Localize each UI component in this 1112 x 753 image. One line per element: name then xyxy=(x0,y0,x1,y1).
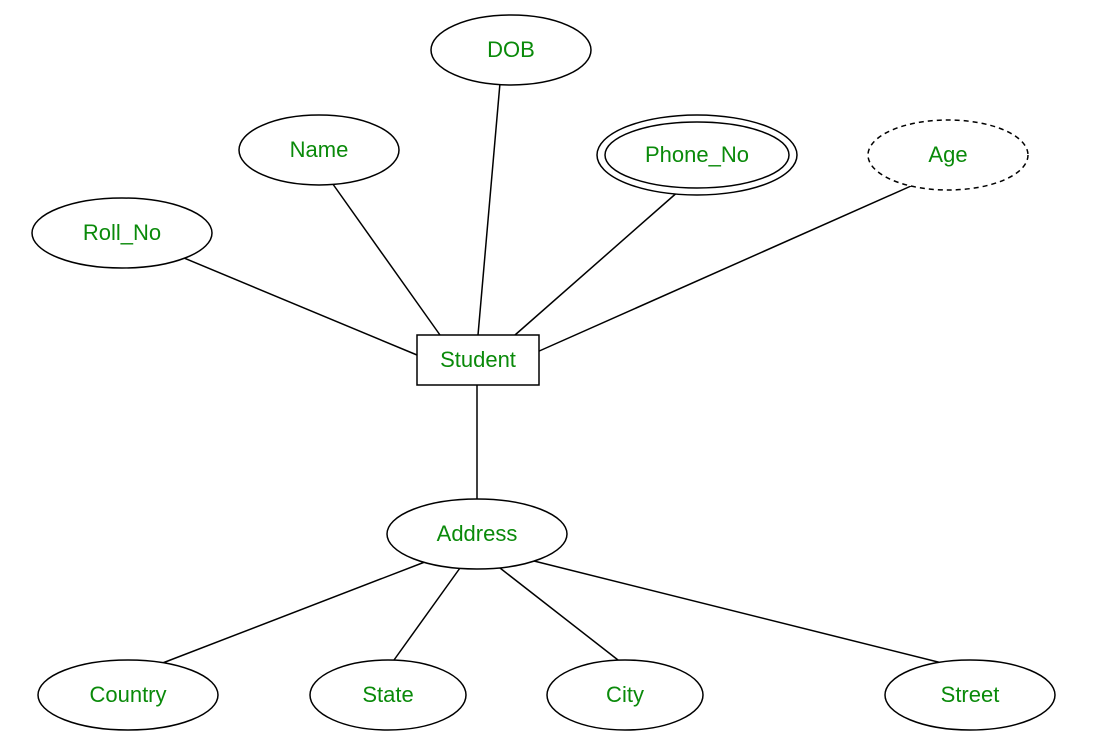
label-student: Student xyxy=(440,347,516,373)
label-street: Street xyxy=(941,682,1000,708)
line-address-street xyxy=(530,560,950,665)
line-student-age xyxy=(537,182,920,352)
label-dob: DOB xyxy=(487,37,535,63)
line-address-state xyxy=(394,568,460,660)
line-student-phone xyxy=(515,190,680,335)
line-student-dob xyxy=(478,83,500,335)
line-address-city xyxy=(500,568,618,660)
line-student-rollno xyxy=(160,248,417,355)
label-country: Country xyxy=(89,682,166,708)
label-phone: Phone_No xyxy=(645,142,749,168)
label-address: Address xyxy=(437,521,518,547)
label-name: Name xyxy=(290,137,349,163)
label-rollno: Roll_No xyxy=(83,220,161,246)
line-address-country xyxy=(160,560,430,664)
er-diagram-canvas xyxy=(0,0,1112,753)
label-city: City xyxy=(606,682,644,708)
label-age: Age xyxy=(928,142,967,168)
line-student-name xyxy=(330,180,440,335)
label-state: State xyxy=(362,682,413,708)
